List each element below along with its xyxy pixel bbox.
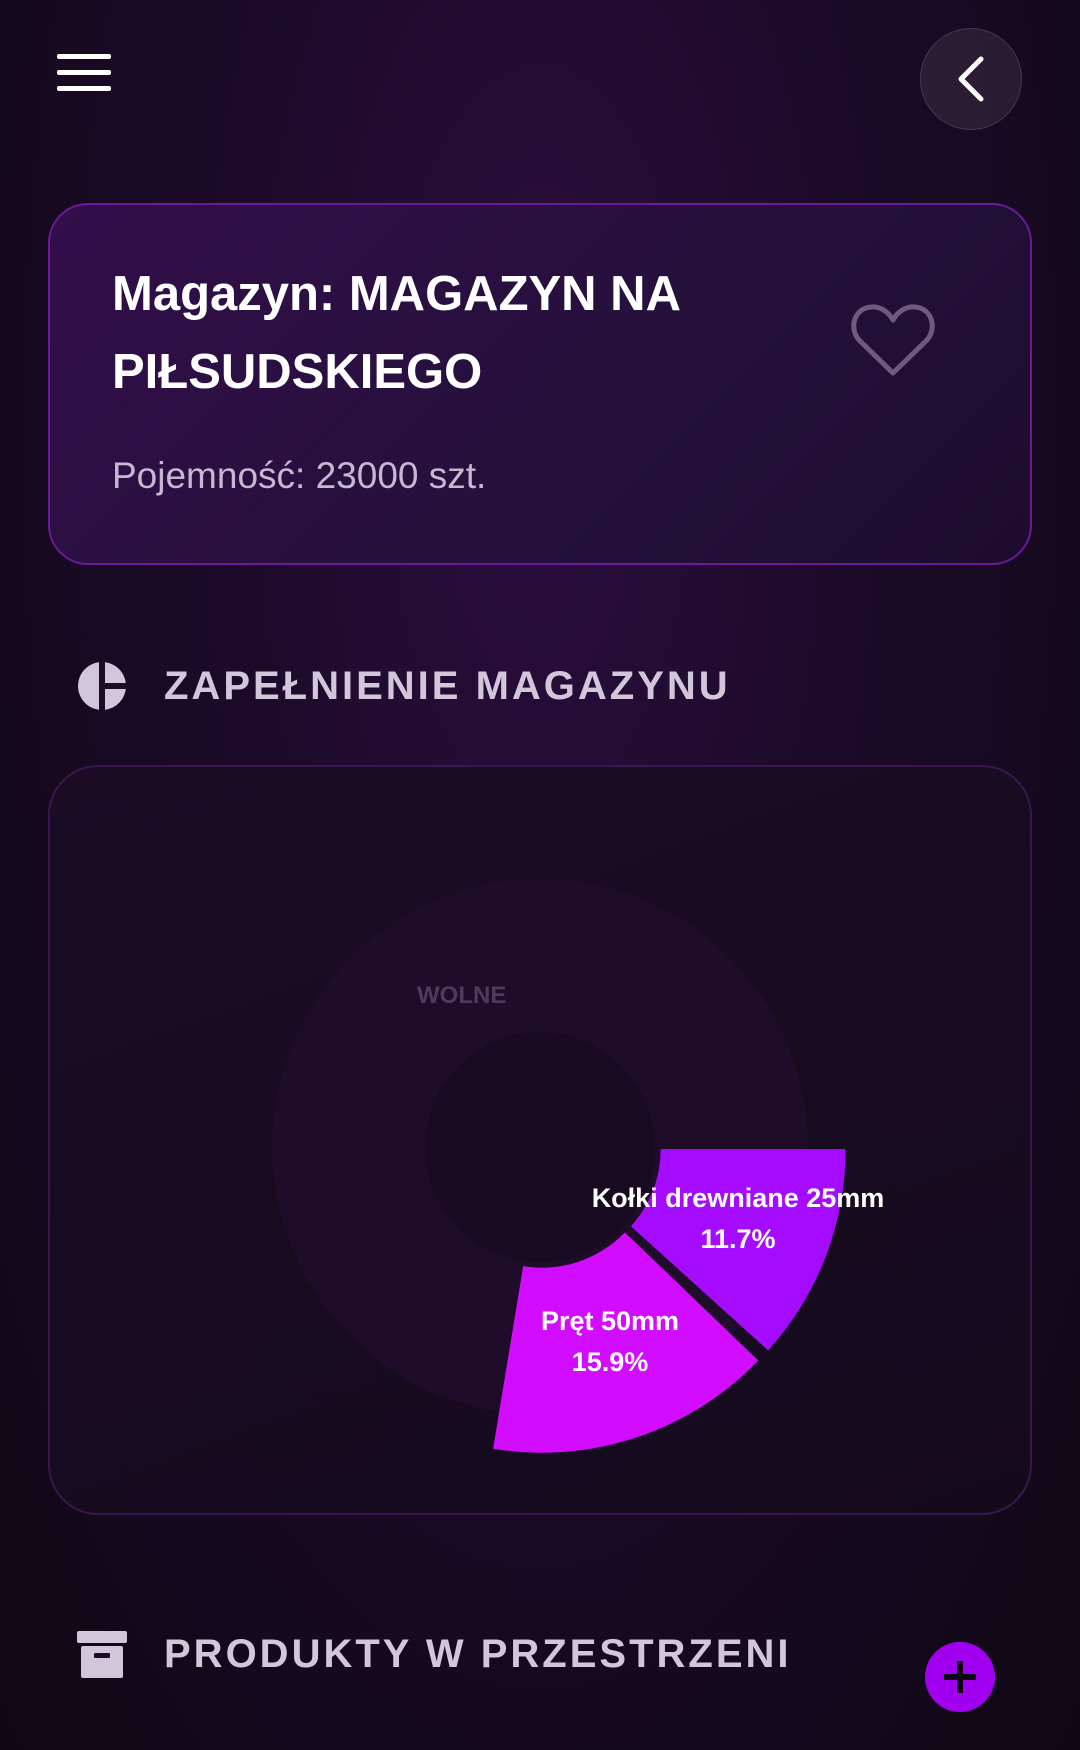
chevron-left-icon	[958, 56, 984, 102]
chart-hole	[425, 1032, 655, 1262]
warehouse-title: Magazyn: MAGAZYN NA PIŁSUDSKIEGO	[112, 267, 680, 399]
chart-label-pret: Pręt 50mm	[541, 1306, 679, 1336]
heart-outline-icon[interactable]	[850, 301, 936, 381]
warehouse-info-card: Magazyn: MAGAZYN NA PIŁSUDSKIEGO Pojemno…	[48, 203, 1032, 565]
fill-donut-chart: WOLNE Kołki drewniane 25mm 11.7% Pręt 50…	[272, 879, 885, 1453]
chart-label-kolki: Kołki drewniane 25mm	[592, 1183, 885, 1213]
fill-chart-card: WOLNE Kołki drewniane 25mm 11.7% Pręt 50…	[48, 765, 1032, 1515]
pie-chart-icon	[78, 660, 128, 712]
chart-label-wolne: WOLNE	[417, 982, 506, 1009]
hamburger-menu-icon[interactable]	[57, 54, 111, 92]
fill-section-header: ZAPEŁNIENIE MAGAZYNU	[76, 656, 731, 716]
warehouse-capacity: Pojemność: 23000 szt.	[112, 455, 487, 496]
back-button[interactable]	[920, 28, 1022, 130]
plus-icon	[944, 1661, 976, 1693]
menu-line	[57, 86, 111, 91]
chart-value-kolki: 11.7%	[700, 1224, 775, 1254]
products-section-header: PRODUKTY W PRZESTRZENI	[76, 1624, 792, 1684]
add-product-button[interactable]	[925, 1642, 995, 1712]
top-bar	[0, 0, 1080, 160]
archive-box-icon	[77, 1631, 127, 1678]
menu-line	[57, 70, 111, 75]
fill-section-title: ZAPEŁNIENIE MAGAZYNU	[164, 663, 731, 708]
chart-value-pret: 15.9%	[572, 1347, 649, 1377]
products-section-title: PRODUKTY W PRZESTRZENI	[164, 1631, 792, 1676]
menu-line	[57, 54, 111, 59]
